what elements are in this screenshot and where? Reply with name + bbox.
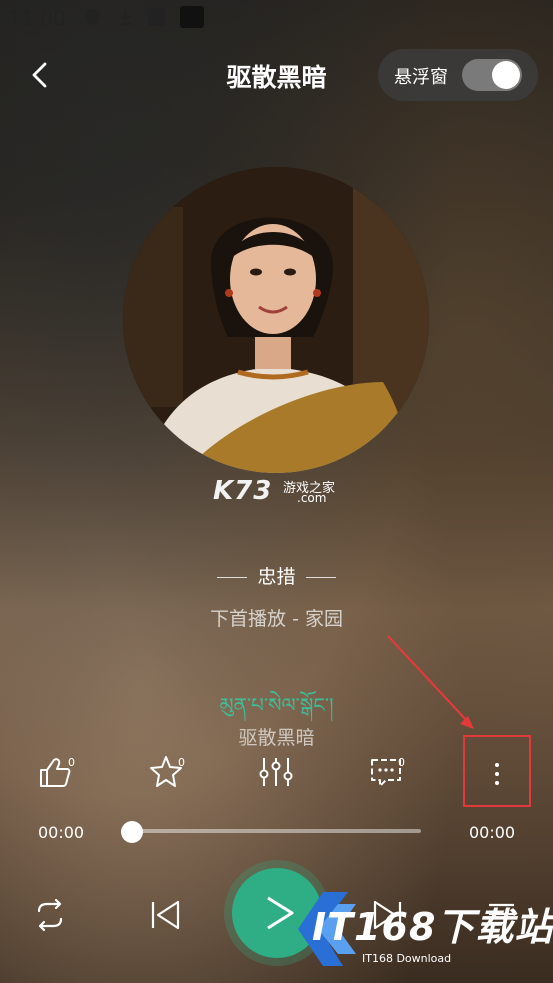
favorite-count: 0 — [178, 756, 185, 769]
singer-name[interactable]: 忠措 — [257, 566, 295, 588]
total-time: 00:00 — [469, 823, 516, 842]
it168-text: IT168下载站 — [312, 905, 553, 949]
comment-count: 0 — [398, 756, 405, 769]
comment-button[interactable]: 0 — [366, 752, 416, 798]
repeat-icon — [37, 898, 63, 932]
singer-row: 忠措 — [0, 562, 553, 589]
repeat-button[interactable] — [30, 895, 70, 935]
download-icon — [116, 8, 134, 26]
float-window-switch[interactable] — [462, 59, 522, 91]
k73-brand: K73 — [213, 476, 273, 506]
float-window-toggle[interactable]: 悬浮窗 — [378, 49, 538, 101]
current-time: 00:00 — [38, 823, 85, 842]
artist-portrait — [123, 167, 429, 473]
progress-thumb[interactable] — [121, 821, 143, 843]
notification-icon — [148, 8, 166, 26]
like-count: 0 — [68, 756, 75, 769]
previous-button[interactable] — [145, 895, 185, 935]
favorite-button[interactable]: 0 — [146, 752, 196, 798]
shield-icon — [84, 8, 102, 26]
equalizer-button[interactable] — [256, 752, 306, 798]
status-time: 11:00 — [8, 6, 66, 30]
app-icon — [180, 6, 204, 28]
annotation-highlight-box — [463, 735, 531, 807]
album-cover[interactable] — [123, 167, 429, 473]
switch-knob — [492, 61, 520, 89]
status-bar: 11:00 — [0, 0, 553, 36]
float-window-label: 悬浮窗 — [394, 67, 448, 88]
next-song: 下首播放 - 家园 — [210, 608, 343, 630]
divider — [305, 577, 336, 578]
it168-watermark: IT168下载站 IT168 Download — [288, 884, 553, 970]
k73-domain: .com — [297, 491, 327, 505]
divider — [217, 577, 248, 578]
skip-previous-icon — [151, 900, 180, 930]
equalizer-icon — [259, 758, 293, 786]
progress-bar[interactable] — [131, 829, 421, 833]
it168-subtext: IT168 Download — [362, 952, 452, 965]
like-button[interactable]: 0 — [36, 752, 86, 798]
